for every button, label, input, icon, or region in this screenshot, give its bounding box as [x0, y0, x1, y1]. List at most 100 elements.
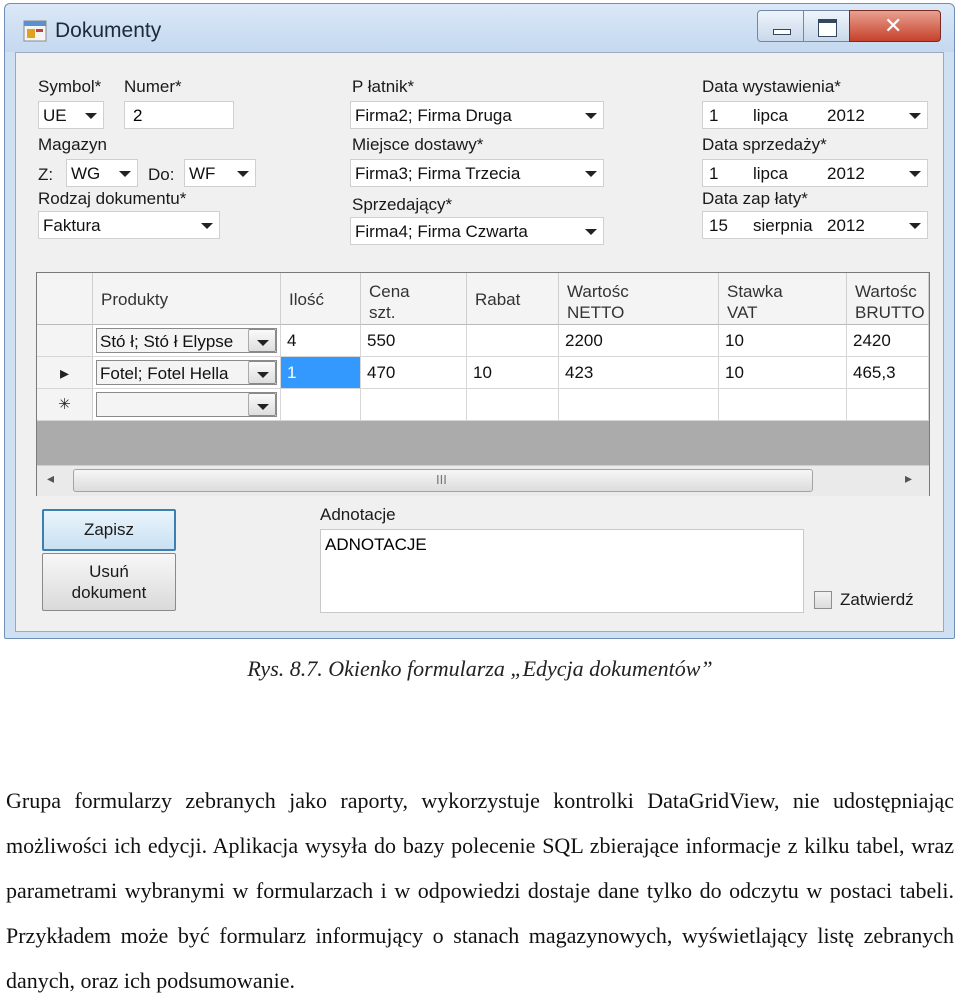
cell-rabat[interactable]	[467, 325, 559, 357]
cell-ilosc-selected[interactable]: 1	[281, 357, 361, 389]
chevron-down-icon	[909, 223, 921, 229]
new-cell[interactable]	[467, 389, 559, 421]
symbol-combo[interactable]: UE	[38, 101, 104, 129]
year: 2012	[827, 216, 865, 235]
zatwierdz-checkbox[interactable]	[814, 591, 832, 609]
close-button[interactable]: ✕	[849, 10, 941, 42]
chevron-down-icon	[585, 113, 597, 119]
sprzedajacy-label: Sprzedający*	[352, 195, 453, 214]
body-paragraph: Grupa formularzy zebranych jako raporty,…	[6, 788, 954, 993]
month: sierpnia	[753, 216, 813, 235]
cell-netto[interactable]: 423	[559, 357, 719, 389]
col-header-netto[interactable]: Wartośc NETTO	[559, 273, 719, 325]
miejsce-combo[interactable]: Firma3; Firma Trzecia	[350, 159, 604, 187]
cell-ilosc[interactable]: 4	[281, 325, 361, 357]
chevron-down-icon	[585, 171, 597, 177]
figure-caption: Rys. 8.7. Okienko formularza „Edycja dok…	[247, 656, 713, 681]
platnik-value: Firma2; Firma Druga	[355, 106, 512, 125]
col-header-ilosc[interactable]: Ilość	[281, 273, 361, 325]
table-row-product-cell[interactable]: Fotel; Fotel Hella	[93, 357, 281, 389]
data-zaplaty-label: Data zap łaty*	[702, 189, 808, 208]
symbol-label: Symbol*	[38, 77, 102, 96]
day: 1	[709, 106, 719, 125]
new-cell[interactable]	[847, 389, 929, 421]
product-combo[interactable]: Stó ł; Stó ł Elypse	[96, 328, 277, 353]
scroll-thumb[interactable]: III	[73, 469, 813, 492]
chevron-down-icon	[119, 171, 131, 177]
usun-label-line2: dokument	[71, 583, 147, 602]
new-cell[interactable]	[361, 389, 467, 421]
symbol-value: UE	[43, 106, 67, 125]
platnik-combo[interactable]: Firma2; Firma Druga	[350, 101, 604, 129]
data-sprzedazy-picker[interactable]: 1 lipca 2012	[702, 159, 928, 187]
products-datagrid[interactable]: Produkty Ilość Cena szt. Rabat Wartośc N…	[36, 272, 930, 496]
cell-netto[interactable]: 2200	[559, 325, 719, 357]
data-zaplaty-picker[interactable]: 15 sierpnia 2012	[702, 211, 928, 239]
table-row-product-cell[interactable]: Stó ł; Stó ł Elypse	[93, 325, 281, 357]
usun-label-line1: Usuń	[89, 562, 129, 581]
cell-cena[interactable]: 550	[361, 325, 467, 357]
chevron-down-icon[interactable]	[248, 393, 276, 416]
adnotacje-value: ADNOTACJE	[325, 535, 427, 554]
usun-dokument-button[interactable]: Usuń dokument	[42, 553, 176, 611]
col-header-rabat[interactable]: Rabat	[467, 273, 559, 325]
product-combo[interactable]: Fotel; Fotel Hella	[96, 360, 277, 385]
rodzaj-label: Rodzaj dokumentu*	[38, 189, 187, 208]
current-row-arrow-icon[interactable]: ▸	[37, 357, 93, 389]
year: 2012	[827, 164, 865, 183]
cell-brutto[interactable]: 465,3	[847, 357, 929, 389]
cell-vat[interactable]: 10	[719, 325, 847, 357]
scroll-grip-icon: III	[436, 472, 447, 487]
adnotacje-label: Adnotacje	[320, 505, 396, 524]
zapisz-button[interactable]: Zapisz	[42, 509, 176, 551]
cell-rabat[interactable]: 10	[467, 357, 559, 389]
month: lipca	[753, 164, 788, 183]
scroll-right-icon[interactable]: ▸	[905, 470, 912, 487]
chevron-down-icon[interactable]	[248, 329, 276, 352]
magazyn-z-combo[interactable]: WG	[66, 159, 138, 187]
magazyn-do-combo[interactable]: WF	[184, 159, 256, 187]
chevron-down-icon[interactable]	[248, 361, 276, 384]
sprzedajacy-combo[interactable]: Firma4; Firma Czwarta	[350, 217, 604, 245]
year: 2012	[827, 106, 865, 125]
col-header-brutto[interactable]: Wartośc BRUTTO	[847, 273, 929, 325]
product-combo[interactable]	[96, 392, 277, 417]
col-header-produkty[interactable]: Produkty	[93, 273, 281, 325]
title-bar[interactable]: Dokumenty ✕	[5, 4, 954, 52]
miejsce-label: Miejsce dostawy*	[352, 135, 484, 154]
magazyn-label: Magazyn	[38, 135, 107, 154]
zatwierdz-label[interactable]: Zatwierdź	[840, 590, 914, 610]
sprzedajacy-value: Firma4; Firma Czwarta	[355, 222, 528, 241]
numer-value: 2	[133, 106, 143, 125]
col-header-cena[interactable]: Cena szt.	[361, 273, 467, 325]
row-header[interactable]	[37, 325, 93, 357]
do-label: Do:	[148, 165, 175, 184]
rodzaj-value: Faktura	[43, 216, 101, 235]
data-wystawienia-picker[interactable]: 1 lipca 2012	[702, 101, 928, 129]
day: 15	[709, 216, 728, 235]
new-row-product-cell[interactable]	[93, 389, 281, 421]
scroll-left-icon[interactable]: ◂	[47, 470, 54, 487]
chevron-down-icon	[909, 171, 921, 177]
rodzaj-combo[interactable]: Faktura	[38, 211, 220, 239]
month: lipca	[753, 106, 788, 125]
cell-cena[interactable]: 470	[361, 357, 467, 389]
platnik-label: P łatnik*	[352, 77, 415, 96]
numer-input[interactable]: 2	[124, 101, 234, 129]
minimize-icon	[773, 29, 791, 35]
col-header-vat[interactable]: Stawka VAT	[719, 273, 847, 325]
cell-vat[interactable]: 10	[719, 357, 847, 389]
data-wystawienia-label: Data wystawienia*	[702, 77, 841, 96]
cell-brutto[interactable]: 2420	[847, 325, 929, 357]
maximize-button[interactable]	[803, 10, 850, 42]
new-cell[interactable]	[281, 389, 361, 421]
maximize-icon	[818, 19, 837, 37]
chevron-down-icon	[585, 229, 597, 235]
grid-corner-header	[37, 273, 93, 325]
new-cell[interactable]	[719, 389, 847, 421]
horizontal-scrollbar[interactable]: ◂ III ▸	[37, 465, 929, 496]
new-cell[interactable]	[559, 389, 719, 421]
adnotacje-textarea[interactable]: ADNOTACJE	[320, 529, 804, 613]
new-row-icon[interactable]: ✳	[37, 389, 93, 421]
minimize-button[interactable]	[757, 10, 804, 42]
